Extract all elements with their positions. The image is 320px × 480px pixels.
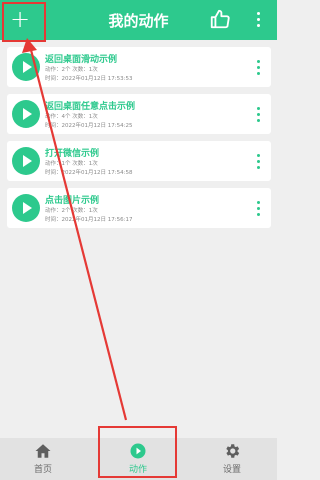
action-list: 返回桌面滑动示例 动作：2个 次数：1次 时间：2022年01月12日 17:5… xyxy=(7,47,271,235)
action-time: 时间：2022年01月12日 17:54:25 xyxy=(45,123,133,129)
action-card[interactable]: 打开微信示例 动作：1个 次数：1次 时间：2022年01月12日 17:54:… xyxy=(7,141,271,181)
gear-icon xyxy=(226,444,240,458)
more-options-icon[interactable] xyxy=(253,57,263,77)
tab-home[interactable]: 首页 xyxy=(13,442,73,478)
play-icon[interactable] xyxy=(12,147,40,175)
more-options-icon[interactable] xyxy=(253,104,263,124)
tab-label: 首页 xyxy=(33,465,52,475)
action-card[interactable]: 返回桌面滑动示例 动作：2个 次数：1次 时间：2022年01月12日 17:5… xyxy=(7,47,271,87)
action-meta: 动作：4个 次数：1次 xyxy=(45,114,98,120)
home-icon xyxy=(35,444,51,458)
play-icon[interactable] xyxy=(12,53,40,81)
action-meta: 动作：2个 次数：1次 xyxy=(45,67,98,73)
action-name: 返回桌面滑动示例 xyxy=(45,55,118,65)
more-options-icon[interactable] xyxy=(250,8,266,30)
more-options-icon[interactable] xyxy=(253,151,263,171)
action-name: 点击图片示例 xyxy=(45,196,100,206)
thumbs-up-icon[interactable] xyxy=(209,8,231,30)
action-time: 时间：2022年01月12日 17:53:53 xyxy=(45,76,133,82)
action-name: 返回桌面任意点击示例 xyxy=(45,102,136,112)
action-meta: 动作：1个 次数：1次 xyxy=(45,161,98,167)
play-icon[interactable] xyxy=(12,194,40,222)
annotation-box-add xyxy=(2,2,46,42)
tab-label: 设置 xyxy=(222,465,241,475)
action-card[interactable]: 点击图片示例 动作：2个 次数：1次 时间：2022年01月12日 17:56:… xyxy=(7,188,271,228)
action-time: 时间：2022年01月12日 17:54:58 xyxy=(45,170,133,176)
action-time: 时间：2022年01月12日 17:56:17 xyxy=(45,217,133,223)
more-options-icon[interactable] xyxy=(253,198,263,218)
action-meta: 动作：2个 次数：1次 xyxy=(45,208,98,214)
play-icon[interactable] xyxy=(12,100,40,128)
action-card[interactable]: 返回桌面任意点击示例 动作：4个 次数：1次 时间：2022年01月12日 17… xyxy=(7,94,271,134)
annotation-box-actions-tab xyxy=(98,426,177,478)
action-name: 打开微信示例 xyxy=(45,149,100,159)
tab-settings[interactable]: 设置 xyxy=(202,442,262,478)
